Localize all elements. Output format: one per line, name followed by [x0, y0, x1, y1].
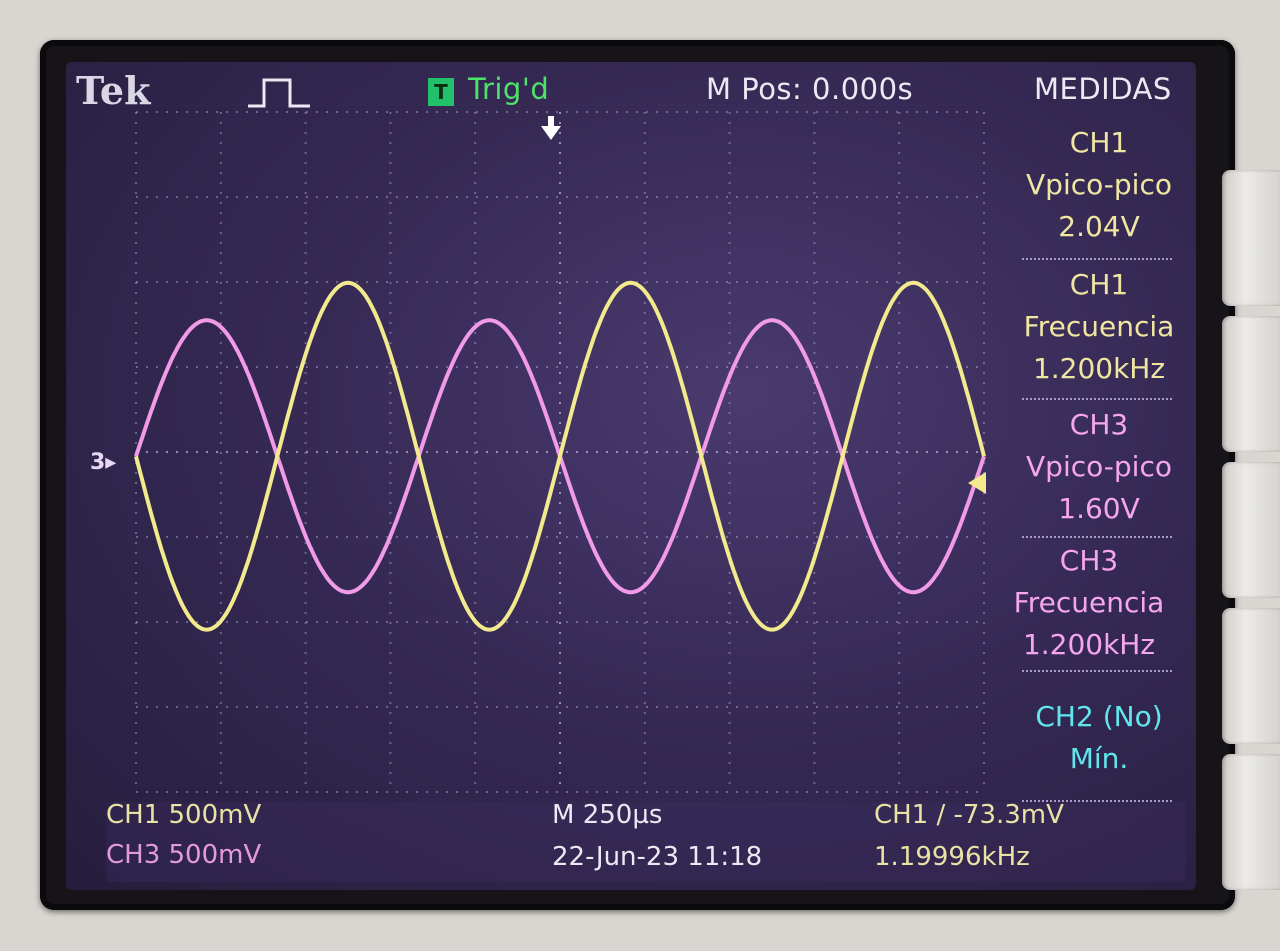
side-menu-button-4[interactable] [1222, 608, 1280, 744]
measurement-ch2-min[interactable]: CH2 (No) Mín. [1004, 696, 1194, 780]
trigger-level-marker-icon [968, 472, 986, 494]
trigger-icon: T [428, 78, 454, 106]
measurement-value: 1.60V [1058, 492, 1140, 525]
trigger-frequency: 1.19996kHz [874, 842, 1030, 872]
measurement-value: 2.04V [1058, 210, 1140, 243]
horizontal-position: M Pos: 0.000s [706, 72, 914, 106]
divider [1022, 258, 1172, 260]
side-menu-button-5[interactable] [1222, 754, 1280, 890]
divider [1022, 536, 1172, 538]
side-menu-button-3[interactable] [1222, 462, 1280, 598]
measurement-value: 1.200kHz [1032, 352, 1166, 385]
side-menu-button-1[interactable] [1222, 170, 1280, 306]
measurement-channel: CH1 [1069, 268, 1129, 301]
datetime: 22-Jun-23 11:18 [552, 842, 763, 872]
timebase: M 250µs [552, 800, 663, 830]
brand-logo: Tek [76, 68, 151, 113]
ch3-ground-marker: 3▸ [90, 450, 117, 475]
measurement-value: 1.200kHz [1022, 628, 1156, 661]
trigger-setting: CH1 ∕ -73.3mV [874, 800, 1064, 830]
divider [1022, 670, 1172, 672]
ch1-waveform [134, 280, 986, 632]
measurement-channel: CH3 [1059, 544, 1119, 577]
measurement-label: Mín. [1069, 742, 1129, 775]
ch3-scale: CH3 500mV [106, 840, 262, 870]
menu-side-buttons [1222, 170, 1280, 900]
measurement-label: Frecuencia [1013, 586, 1165, 619]
measurement-ch1-vpp[interactable]: CH1 Vpico-pico 2.04V [1004, 122, 1194, 248]
measurement-channel: CH3 [1069, 408, 1129, 441]
measurement-label: Vpico-pico [1026, 168, 1172, 201]
measurement-channel: CH2 (No) [1035, 700, 1163, 733]
side-menu-button-2[interactable] [1222, 316, 1280, 452]
measurement-channel: CH1 [1069, 126, 1129, 159]
measurement-label: Vpico-pico [1026, 450, 1172, 483]
oscilloscope-screen: Tek T Trig'd M Pos: 0.000s MEDIDAS 3▸ CH… [66, 62, 1196, 890]
measurement-ch3-vpp[interactable]: CH3 Vpico-pico 1.60V [1004, 404, 1194, 530]
divider [1022, 398, 1172, 400]
ch1-trace [134, 280, 986, 632]
ch1-scale: CH1 500mV [106, 800, 262, 830]
menu-title: MEDIDAS [1034, 72, 1172, 106]
measurement-ch1-frequency[interactable]: CH1 Frecuencia 1.200kHz [1004, 264, 1194, 390]
trigger-status: Trig'd [468, 72, 550, 106]
measurement-label: Frecuencia [1023, 310, 1175, 343]
trigger-position-arrow-icon [541, 116, 561, 140]
measurement-ch3-frequency[interactable]: CH3 Frecuencia 1.200kHz [994, 540, 1184, 666]
acquire-pulse-icon [248, 78, 310, 108]
